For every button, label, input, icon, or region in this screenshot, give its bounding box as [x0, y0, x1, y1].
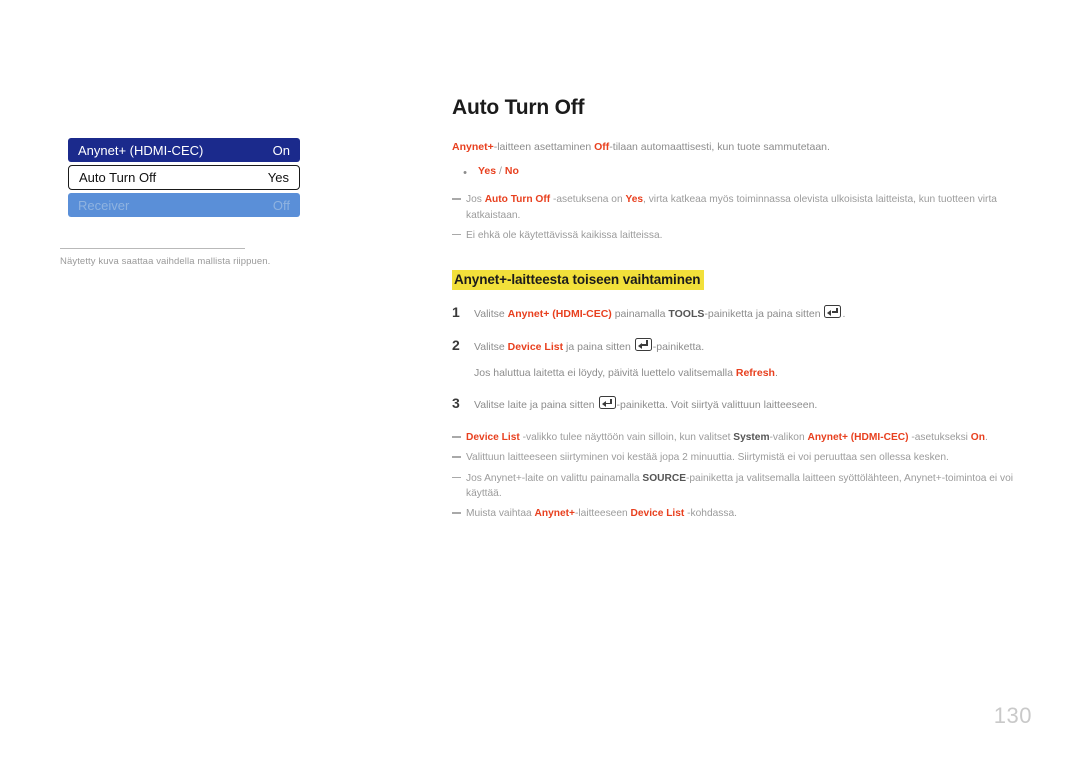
- step-number: 1: [452, 304, 460, 321]
- figure-caption-text: Näytetty kuva saattaa vaihdella mallista…: [60, 256, 271, 267]
- step-text: Valitse laite ja paina sitten -painikett…: [474, 395, 1032, 414]
- bullet-dot-icon: •: [463, 166, 467, 179]
- intro-keyword-anynet: Anynet+: [452, 141, 494, 153]
- note-dash-icon: [452, 471, 463, 502]
- osd-row-label: Anynet+ (HDMI-CEC): [78, 142, 204, 158]
- osd-row-value: Off: [272, 197, 290, 213]
- step-t2: -painiketta. Voit siirtyä valittuun lait…: [616, 399, 818, 412]
- osd-menu-figure: Anynet+ (HDMI-CEC) On Auto Turn Off Yes …: [68, 138, 300, 220]
- osd-row-anynet-hdmi-cec[interactable]: Anynet+ (HDMI-CEC) On: [68, 138, 300, 162]
- note-kw-yes: Yes: [625, 194, 644, 206]
- step-t2: painamalla: [611, 308, 669, 321]
- step-t3: -painiketta ja paina sitten: [704, 308, 824, 321]
- substep-t1: Jos haluttua laitetta ei löydy, päivitä …: [474, 366, 736, 379]
- note-t1: Jos: [466, 194, 485, 206]
- note-kw-on: On: [970, 432, 985, 444]
- note-kw-auto-turn-off: Auto Turn Off: [484, 194, 551, 206]
- note-t2: -asetuksena on: [550, 194, 626, 206]
- note-t1: Jos Anynet+-laite on valittu painamalla: [466, 472, 643, 484]
- step-number: 3: [452, 395, 460, 412]
- step-text: Valitse Anynet+ (HDMI-CEC) painamalla TO…: [474, 304, 1032, 323]
- end-notes-block: Device List -valikko tulee näyttöön vain…: [452, 430, 1032, 521]
- page-number: 130: [993, 703, 1032, 728]
- osd-row-value: On: [272, 142, 290, 158]
- option-bullet-row: • Yes / No: [452, 165, 1032, 182]
- osd-row-receiver: Receiver Off: [68, 193, 300, 217]
- section-heading: Anynet+-laitteesta toiseen vaihtaminen: [452, 270, 705, 291]
- step-t1: Valitse: [474, 308, 508, 321]
- step-t4: .: [842, 308, 846, 321]
- step-1: 1 Valitse Anynet+ (HDMI-CEC) painamalla …: [452, 304, 1032, 323]
- osd-row-value: Yes: [267, 170, 289, 185]
- note-kw-anynet: Anynet+: [534, 508, 576, 520]
- note-t3: -kohdassa.: [684, 508, 737, 520]
- page-content: Auto Turn Off Anynet+-laitteen asettamin…: [452, 96, 1032, 527]
- step-3: 3 Valitse laite ja paina sitten -painike…: [452, 395, 1032, 414]
- note-dash-icon: [452, 506, 463, 521]
- note-dash-icon: [452, 192, 463, 223]
- note-text: Jos Auto Turn Off -asetuksena on Yes, vi…: [466, 192, 1032, 223]
- note-t3: -asetukseksi: [908, 432, 971, 444]
- step-kw-tools: TOOLS: [668, 308, 705, 321]
- note-kw-device-list: Device List: [466, 432, 520, 444]
- osd-row-label: Auto Turn Off: [79, 170, 157, 185]
- substep-t2: .: [774, 366, 778, 379]
- note-dash-icon: [452, 430, 463, 445]
- step-kw-device-list: Device List: [507, 340, 564, 353]
- step-2: 2 Valitse Device List ja paina sitten -p…: [452, 337, 1032, 356]
- figure-caption-block: Näytetty kuva saattaa vaihdella mallista…: [60, 248, 308, 267]
- note-text: Ei ehkä ole käytettävissä kaikissa laitt…: [466, 229, 663, 241]
- note-text: Jos Anynet+-laite on valittu painamalla …: [466, 471, 1032, 502]
- note-t1: -valikko tulee näyttöön vain silloin, ku…: [519, 432, 734, 444]
- enter-key-icon: [824, 305, 842, 319]
- note-text: Device List -valikko tulee näyttöön vain…: [466, 430, 1032, 445]
- note-dash-icon: [452, 228, 463, 243]
- step-t1: Valitse: [474, 340, 508, 353]
- option-separator: /: [499, 164, 502, 177]
- intro-keyword-off: Off: [594, 141, 610, 153]
- note-t4: .: [984, 432, 988, 444]
- caption-divider: [60, 248, 245, 249]
- note-remember-switch: Muista vaihtaa Anynet+-laitteeseen Devic…: [452, 506, 1032, 521]
- note-kw-system: System: [733, 432, 770, 444]
- note-t2: -valikon: [769, 432, 808, 444]
- intro-text-2: -tilaan automaattisesti, kun tuote sammu…: [609, 141, 830, 153]
- note-text: Muista vaihtaa Anynet+-laitteeseen Devic…: [466, 506, 1032, 521]
- intro-paragraph: Anynet+-laitteen asettaminen Off-tilaan …: [452, 140, 1032, 156]
- note-t1: Muista vaihtaa: [466, 508, 535, 520]
- step-2-substep: Jos haluttua laitetta ei löydy, päivitä …: [474, 366, 1032, 382]
- substep-kw-refresh: Refresh: [735, 366, 775, 379]
- note-switch-duration: Valittuun laitteeseen siirtyminen voi ke…: [452, 450, 1032, 465]
- step-number: 2: [452, 336, 460, 353]
- page-title: Auto Turn Off: [452, 96, 585, 119]
- intro-text-1: -laitteen asettaminen: [493, 141, 595, 153]
- step-t2: ja paina sitten: [563, 340, 634, 353]
- option-value-yes: Yes: [478, 164, 497, 177]
- note-kw-source: SOURCE: [642, 472, 686, 484]
- option-values: Yes / No: [478, 165, 519, 182]
- step-t1: Valitse laite ja paina sitten: [474, 399, 598, 412]
- note-device-list-visibility: Device List -valikko tulee näyttöön vain…: [452, 430, 1032, 445]
- osd-row-auto-turn-off[interactable]: Auto Turn Off Yes: [68, 165, 300, 190]
- enter-key-icon: [634, 337, 652, 351]
- note-auto-turn-off-yes: Jos Auto Turn Off -asetuksena on Yes, vi…: [452, 192, 1032, 223]
- option-value-no: No: [504, 164, 519, 177]
- note-dash-icon: [452, 450, 463, 465]
- enter-key-icon: [598, 396, 616, 410]
- step-kw-anynet: Anynet+ (HDMI-CEC): [507, 308, 612, 321]
- note-not-available: Ei ehkä ole käytettävissä kaikissa laitt…: [452, 228, 1032, 243]
- step-text: Valitse Device List ja paina sitten -pai…: [474, 337, 1032, 356]
- note-kw-device-list: Device List: [630, 508, 685, 520]
- osd-row-label: Receiver: [78, 197, 130, 213]
- note-text: Valittuun laitteeseen siirtyminen voi ke…: [466, 452, 949, 464]
- note-source-button: Jos Anynet+-laite on valittu painamalla …: [452, 471, 1032, 502]
- step-t3: -painiketta.: [652, 340, 705, 353]
- note-t2: -laitteeseen: [575, 508, 631, 520]
- note-kw-anynet: Anynet+ (HDMI-CEC): [807, 432, 909, 444]
